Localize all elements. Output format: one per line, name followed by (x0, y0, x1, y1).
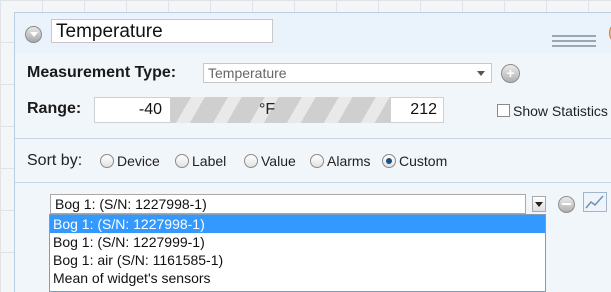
divider (15, 138, 611, 139)
chevron-down-icon (477, 71, 485, 76)
range-min-input[interactable]: -40 (94, 97, 171, 123)
sort-label-label: Label (192, 153, 227, 169)
sensor-option[interactable]: Bog 1: (S/N: 1227998-1) (50, 215, 545, 233)
sort-value-label: Value (261, 153, 296, 169)
sensor-select[interactable]: Bog 1: (S/N: 1227998-1) (50, 194, 526, 214)
sort-by-label: Sort by: (27, 152, 83, 169)
sort-label-radio[interactable] (175, 154, 189, 168)
show-statistics-checkbox[interactable] (497, 104, 510, 117)
collapse-icon[interactable] (25, 26, 42, 43)
sensor-option[interactable]: Bog 1: (S/N: 1227999-1) (50, 233, 545, 251)
measurement-type-label: Measurement Type: (27, 64, 177, 81)
drag-handle-icon[interactable] (552, 35, 596, 47)
sort-custom-label: Custom (399, 153, 448, 169)
sort-custom-radio[interactable] (382, 154, 396, 168)
chevron-down-icon[interactable] (532, 196, 546, 212)
chart-icon[interactable] (583, 192, 607, 212)
measurement-type-select[interactable]: Temperature (203, 63, 492, 83)
sort-alarms-radio[interactable] (310, 154, 324, 168)
show-statistics-label: Show Statistics (513, 103, 608, 119)
range-label: Range: (27, 100, 82, 117)
divider (15, 182, 611, 183)
sort-value-radio[interactable] (244, 154, 258, 168)
range-bar: -40 °F 212 (94, 97, 444, 123)
measurement-type-value: Temperature (208, 65, 287, 81)
sensor-option[interactable]: Mean of widget's sensors (50, 269, 545, 287)
add-icon[interactable]: + (501, 64, 520, 83)
sort-device-radio[interactable] (100, 154, 114, 168)
range-max-input[interactable]: 212 (390, 97, 444, 123)
widget-title-input[interactable]: Temperature (51, 19, 273, 43)
sensor-option[interactable]: Bog 1: air (S/N: 1161585-1) (50, 251, 545, 269)
sort-alarms-label: Alarms (327, 153, 371, 169)
sensor-dropdown-list: Bog 1: (S/N: 1227998-1) Bog 1: (S/N: 122… (49, 214, 546, 292)
widget-panel: Temperature Measurement Type: Temperatur… (0, 0, 611, 292)
remove-icon[interactable] (558, 196, 575, 213)
range-unit: °F (259, 101, 276, 118)
widget-header: Temperature (14, 12, 611, 53)
sort-device-label: Device (117, 153, 160, 169)
